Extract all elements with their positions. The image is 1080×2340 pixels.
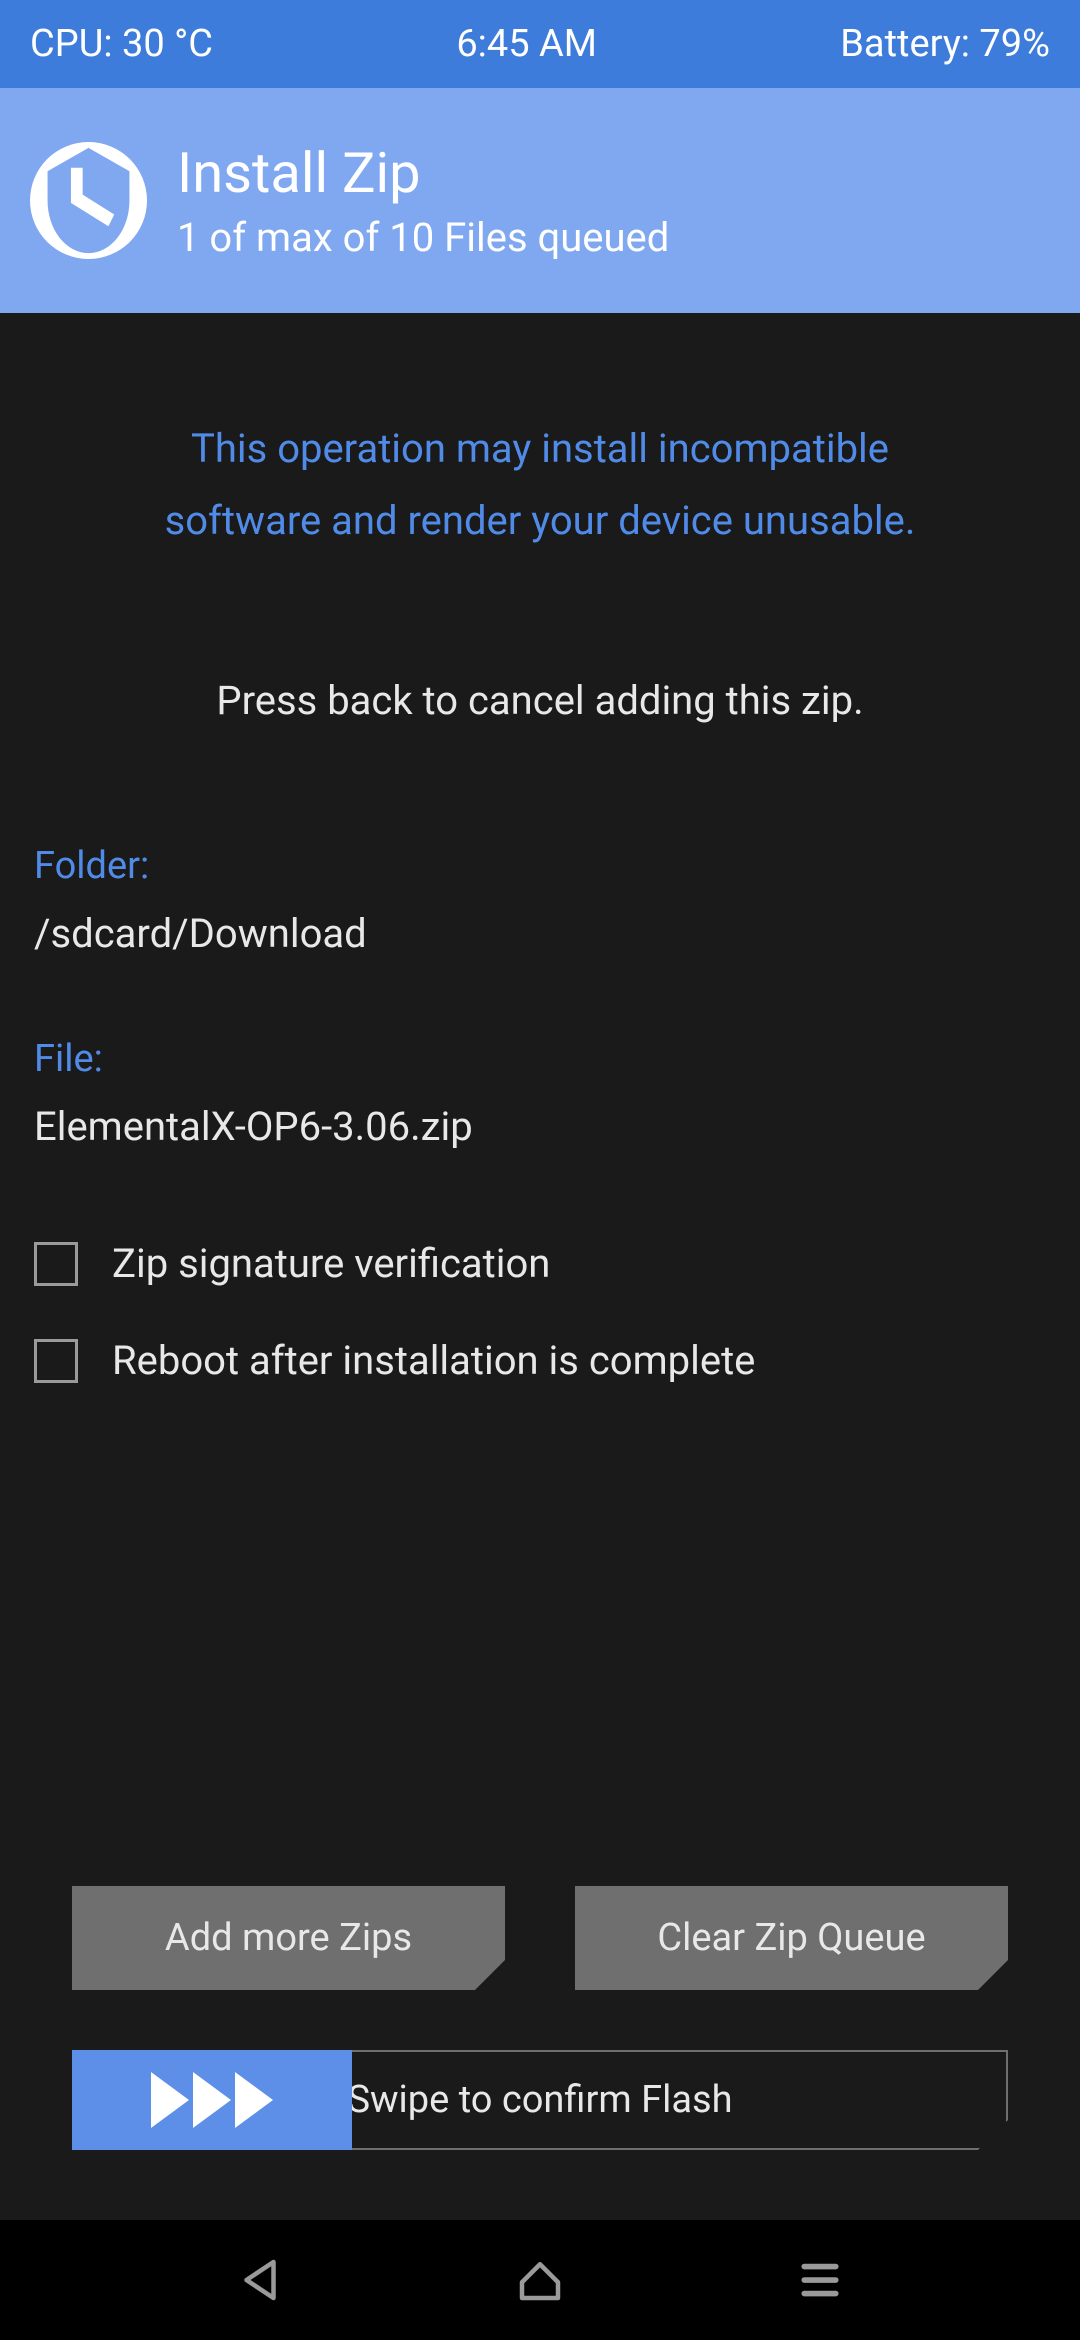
arrow-right-icon [193, 2072, 231, 2128]
clear-queue-button[interactable]: Clear Zip Queue [575, 1886, 1008, 1990]
button-row: Add more Zips Clear Zip Queue [34, 1886, 1046, 1990]
navigation-bar [0, 2220, 1080, 2340]
status-time: 6:45 AM [456, 22, 597, 66]
file-label: File: [34, 1037, 1046, 1081]
add-zips-label: Add more Zips [165, 1916, 412, 1960]
arrow-right-icon [235, 2072, 273, 2128]
main-content: This operation may install incompatible … [0, 313, 1080, 2220]
twrp-logo-icon [30, 142, 147, 259]
checkbox-signature-label: Zip signature verification [112, 1240, 550, 1287]
back-icon[interactable] [233, 2253, 287, 2307]
page-title: Install Zip [177, 140, 669, 206]
add-zips-button[interactable]: Add more Zips [72, 1886, 505, 1990]
swipe-handle[interactable] [72, 2050, 352, 2150]
folder-value: /sdcard/Download [34, 910, 1046, 957]
page-subtitle: 1 of max of 10 Files queued [177, 214, 669, 261]
checkbox-reboot[interactable] [34, 1339, 78, 1383]
warning-line2: software and render your device unusable… [34, 485, 1046, 557]
checkbox-reboot-label: Reboot after installation is complete [112, 1337, 755, 1384]
status-battery: Battery: 79% [840, 22, 1050, 66]
instruction-text: Press back to cancel adding this zip. [34, 677, 1046, 724]
info-section: Folder: /sdcard/Download File: Elemental… [34, 844, 1046, 1230]
checkbox-signature[interactable] [34, 1242, 78, 1286]
status-cpu: CPU: 30 °C [30, 22, 213, 66]
warning-line1: This operation may install incompatible [34, 413, 1046, 485]
warning-text: This operation may install incompatible … [34, 413, 1046, 557]
checkbox-row-signature[interactable]: Zip signature verification [34, 1240, 1046, 1287]
file-value: ElementalX-OP6-3.06.zip [34, 1103, 1046, 1150]
header: Install Zip 1 of max of 10 Files queued [0, 88, 1080, 313]
status-bar: CPU: 30 °C 6:45 AM Battery: 79% [0, 0, 1080, 88]
options: Zip signature verification Reboot after … [34, 1240, 1046, 1434]
swipe-confirm[interactable]: Swipe to confirm Flash [72, 2050, 1008, 2150]
folder-label: Folder: [34, 844, 1046, 888]
clear-queue-label: Clear Zip Queue [657, 1916, 925, 1960]
home-icon[interactable] [513, 2253, 567, 2307]
checkbox-row-reboot[interactable]: Reboot after installation is complete [34, 1337, 1046, 1384]
menu-icon[interactable] [793, 2253, 847, 2307]
arrow-right-icon [151, 2072, 189, 2128]
